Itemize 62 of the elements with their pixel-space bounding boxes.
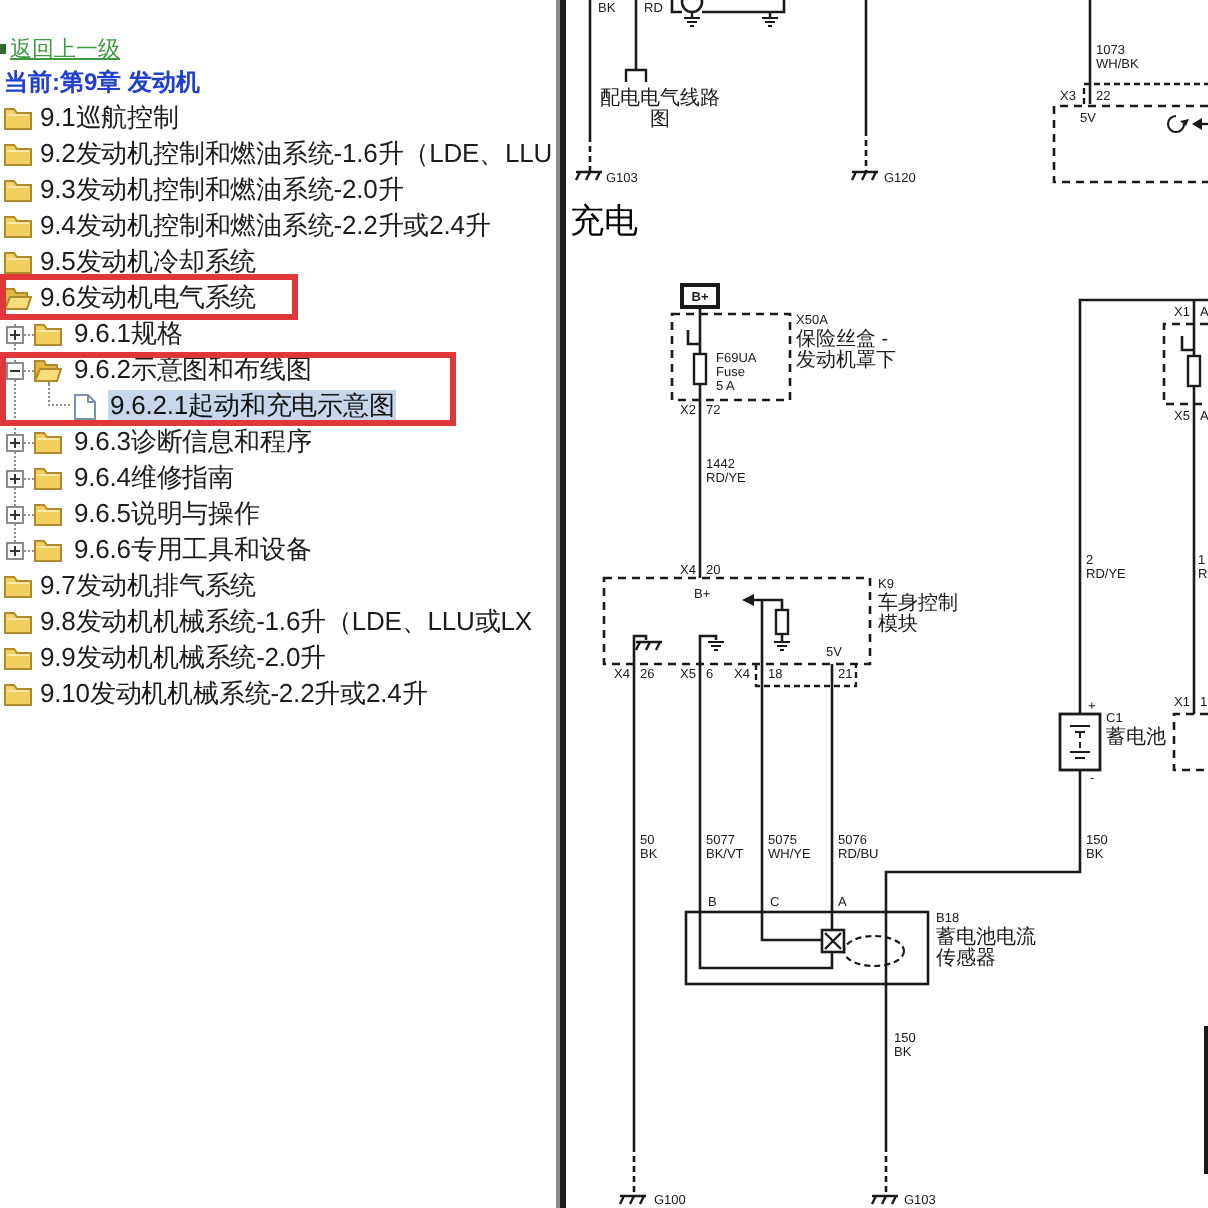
ground-icon [707, 641, 725, 651]
connector-outline [754, 664, 858, 688]
folder-icon [34, 466, 62, 490]
folder-icon [34, 430, 62, 454]
battery-icon [1058, 712, 1102, 772]
fuse-box-outline [670, 312, 792, 402]
component-label: 配电电气线路 图 [600, 88, 720, 131]
circular-arrow-icon [1166, 114, 1189, 134]
tree-item[interactable]: 9.6.1规格 [72, 318, 185, 350]
document-icon [74, 393, 96, 419]
expand-icon[interactable] [6, 325, 24, 343]
tree-item[interactable]: 9.5发动机冷却系统 [38, 246, 259, 278]
tree-item[interactable]: 9.6.3诊断信息和程序 [72, 426, 314, 458]
expand-icon[interactable] [6, 541, 24, 559]
arrow-icon [742, 594, 762, 606]
expand-icon[interactable] [6, 433, 24, 451]
expand-icon[interactable] [6, 469, 24, 487]
connector-outline [1082, 82, 1208, 104]
bullet-icon [0, 44, 6, 54]
open-folder-icon [34, 358, 62, 382]
tree-item[interactable]: 9.6发动机电气系统 [38, 282, 259, 314]
tree-item[interactable]: 9.6.5说明与操作 [72, 498, 262, 530]
expand-icon[interactable] [6, 505, 24, 523]
tree-item[interactable]: 9.1巡航控制 [38, 102, 181, 134]
collapse-icon[interactable] [6, 361, 24, 379]
sensor-element-icon [820, 928, 846, 954]
ground-icon [773, 641, 791, 651]
component-outline [670, 0, 786, 14]
ground-icon [574, 170, 604, 182]
tree-item[interactable]: 9.9发动机机械系统-2.0升 [38, 642, 328, 674]
current-location: 当前:第9章 发动机 [2, 67, 201, 97]
tree-line [48, 382, 70, 406]
folder-icon [34, 538, 62, 562]
tree-item[interactable]: 9.6.4维修指南 [72, 462, 237, 494]
folder-icon [34, 502, 62, 526]
tree-item[interactable]: 9.6.2.1起动和充电示意图 [108, 390, 397, 422]
tree-item[interactable]: 9.6.6专用工具和设备 [72, 534, 314, 566]
back-link[interactable]: 返回上一级 [10, 35, 120, 63]
tree-item[interactable]: 9.10发动机机械系统-2.2升或2.4升 [38, 678, 430, 710]
module-outline [1172, 712, 1208, 772]
tree-item[interactable]: 9.3发动机控制和燃油系统-2.0升 [38, 174, 406, 206]
wire [1088, 0, 1092, 104]
resistor-icon [760, 598, 790, 644]
wire [634, 0, 638, 70]
switch-icon [1180, 336, 1194, 352]
folder-icon [34, 322, 62, 346]
switch-icon [686, 330, 700, 346]
tree-item[interactable]: 9.2发动机控制和燃油系统-1.6升（LDE、LLU [38, 138, 555, 170]
connector-icon [624, 68, 648, 82]
fuse-box-outline [1162, 322, 1208, 406]
tree-item[interactable]: 9.6.2示意图和布线图 [72, 354, 314, 386]
fuse-icon [1186, 354, 1202, 388]
ground-icon [850, 170, 880, 182]
section-heading: 充电 [570, 202, 638, 240]
ground-icon [634, 640, 664, 652]
fuse-icon [692, 352, 708, 386]
ground-icon [870, 1194, 900, 1206]
current-loop-icon [842, 934, 906, 968]
tree-item[interactable]: 9.4发动机控制和燃油系统-2.2升或2.4升 [38, 210, 493, 242]
ground-icon [618, 1194, 648, 1206]
tree-item[interactable]: 9.8发动机机械系统-1.6升（LDE、LLU或LX [38, 606, 534, 638]
tree-item[interactable]: 9.7发动机排气系统 [38, 570, 259, 602]
